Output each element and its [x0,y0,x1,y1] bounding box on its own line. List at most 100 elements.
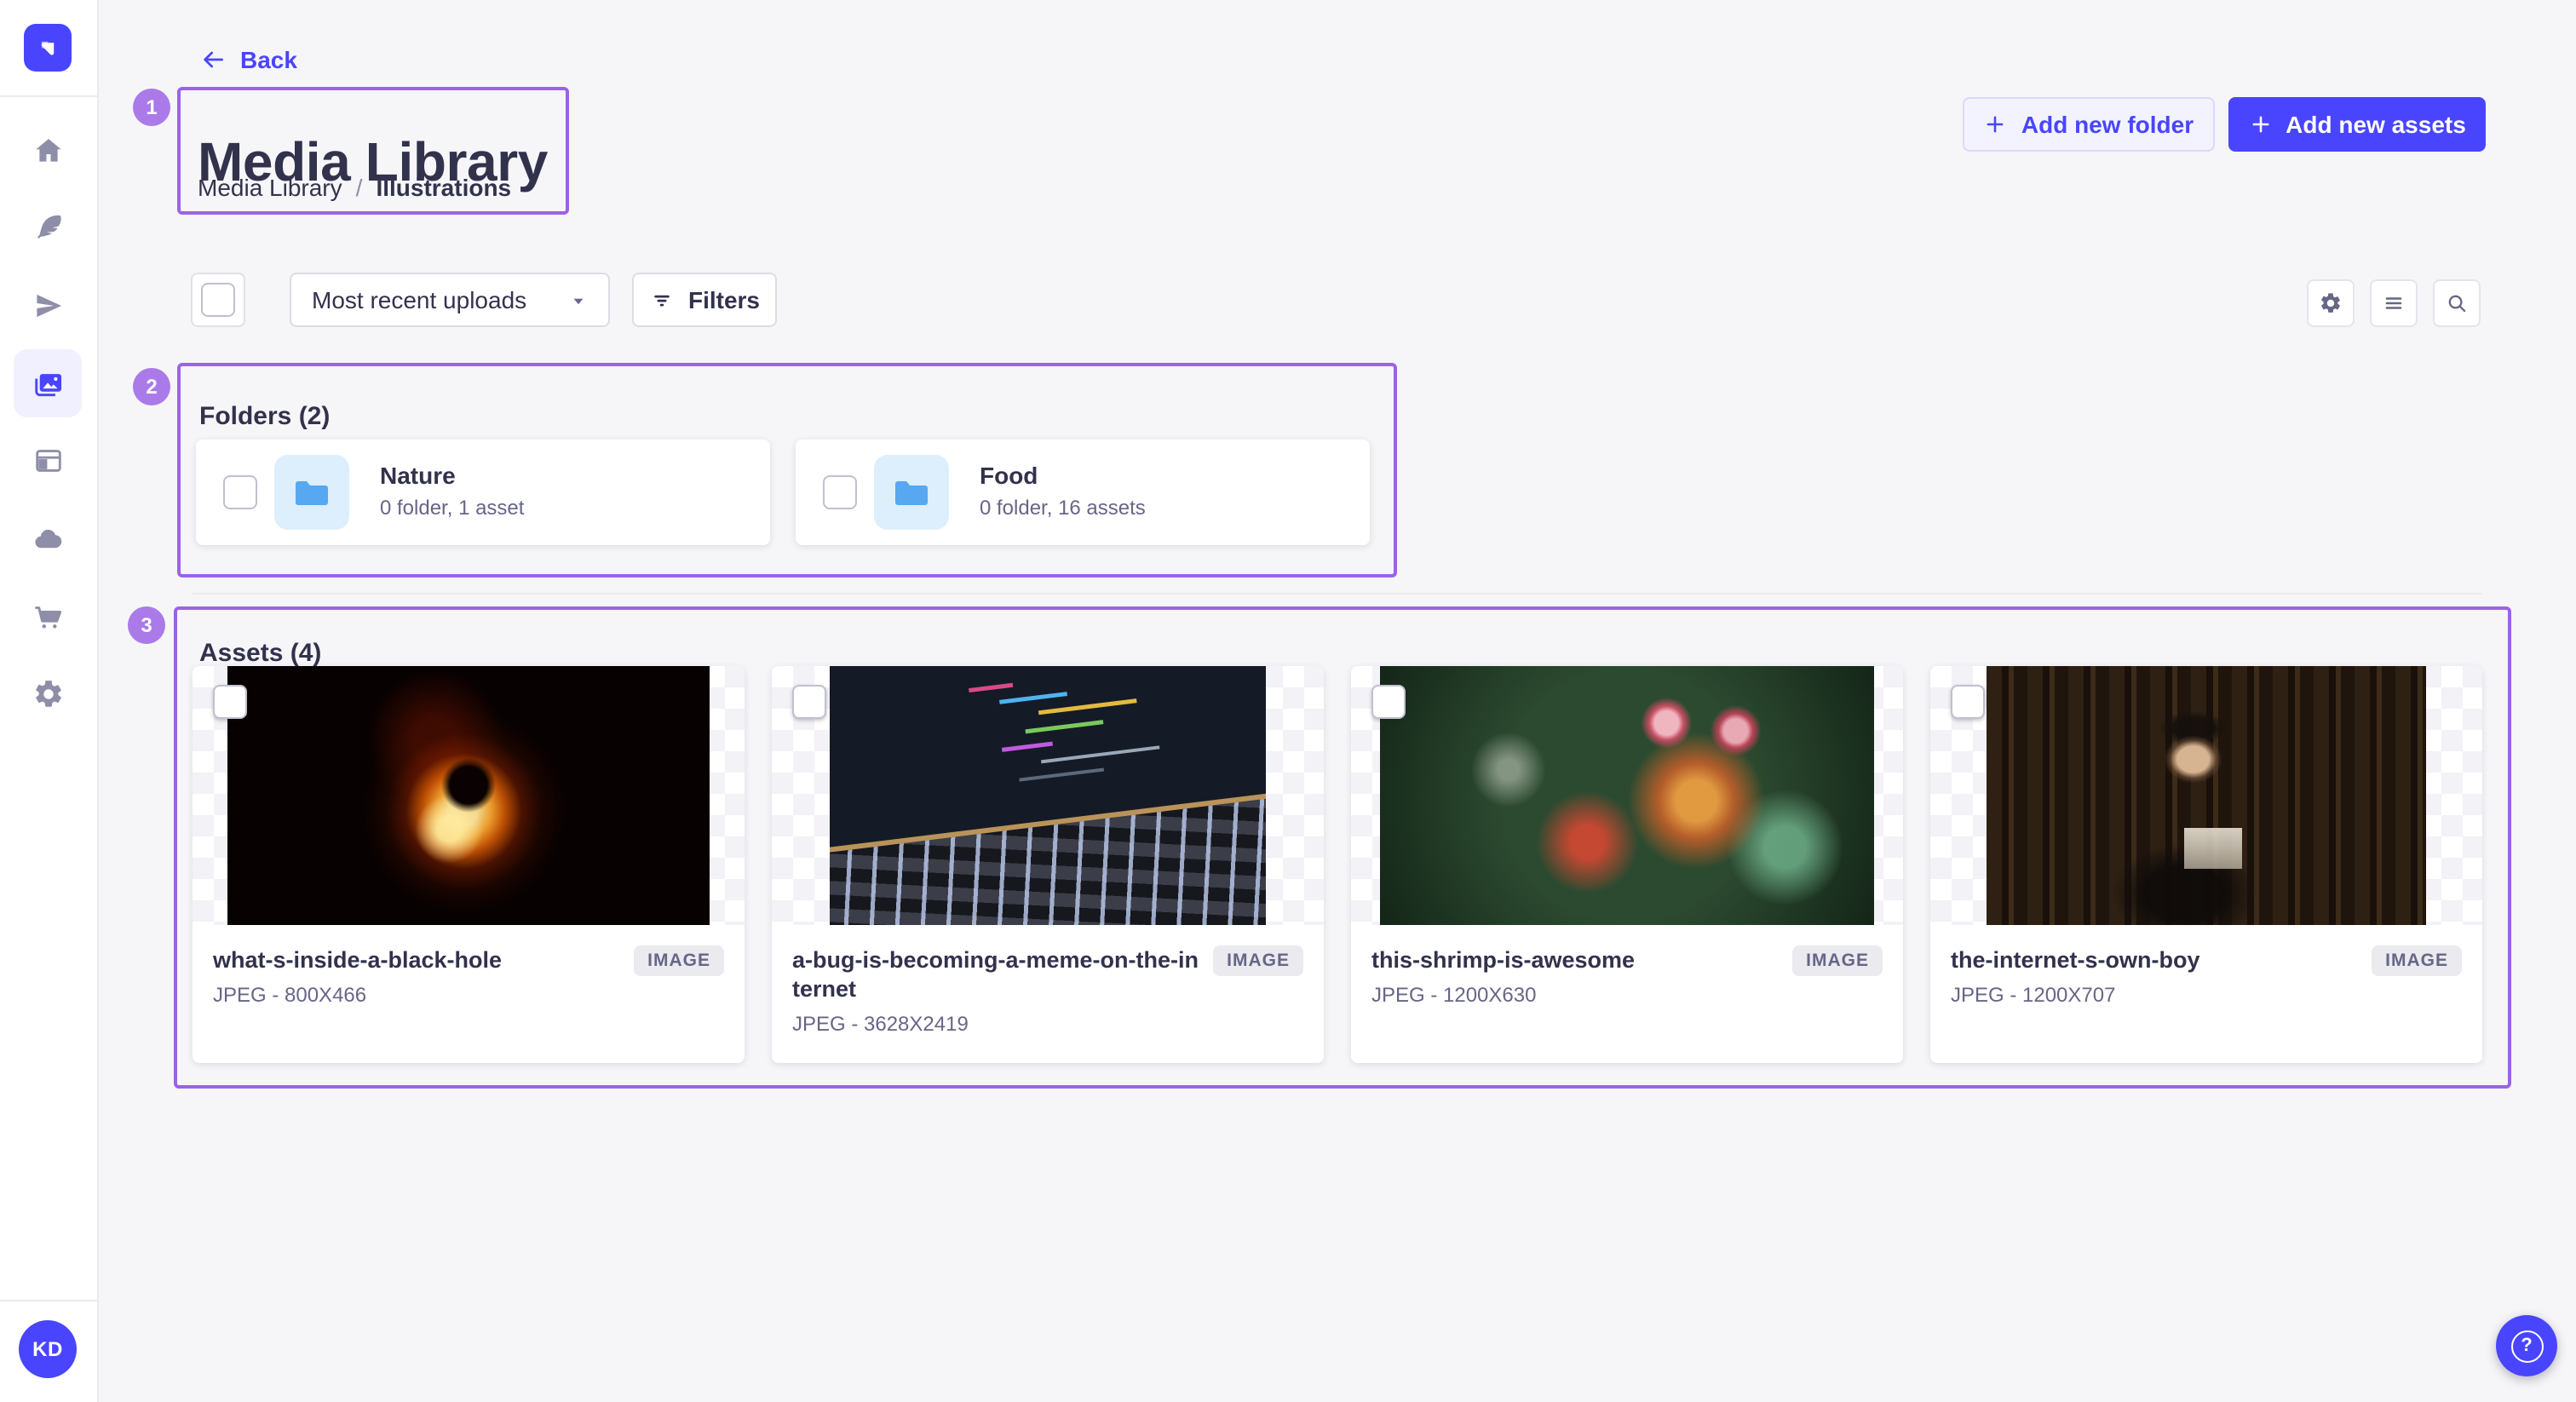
asset-thumbnail [1351,666,1903,925]
search-icon [2445,290,2469,317]
assets-heading: Assets (4) [199,640,321,669]
list-view-icon [2382,290,2406,317]
asset-info: this-shrimp-is-awesome JPEG - 1200X630 I… [1351,925,1903,1063]
breadcrumb-parent[interactable]: Media Library [198,174,342,201]
sidebar-item-settings[interactable] [14,659,82,727]
mantis-shrimp-photo [1380,666,1874,925]
back-label: Back [240,46,297,73]
cloud-icon [32,522,64,554]
add-new-folder-button[interactable]: Add new folder [1963,97,2215,152]
sidebar-item-content-manager[interactable] [14,192,82,261]
breadcrumb-current: Illustrations [376,174,511,201]
paper-plane-icon [32,289,64,321]
sort-dropdown-value: Most recent uploads [312,286,526,313]
asset-checkbox[interactable] [1951,685,1985,719]
folder-icon [291,472,332,513]
black-hole-photo [227,666,710,925]
select-all-button[interactable] [191,273,245,327]
asset-thumbnail [772,666,1324,925]
asset-type-badge: IMAGE [634,945,724,976]
search-button[interactable] [2433,279,2481,327]
breadcrumb: Media Library / Illustrations [198,174,511,201]
laptop-code-photo [830,666,1266,925]
add-new-assets-button[interactable]: Add new assets [2228,97,2486,152]
back-link[interactable]: Back [199,46,297,73]
asset-meta: JPEG - 3628X2419 [792,1012,1199,1036]
folder-card-food[interactable]: Food 0 folder, 16 assets [796,440,1370,545]
asset-type-badge: IMAGE [2372,945,2462,976]
asset-meta: JPEG - 1200X630 [1371,983,1779,1007]
folder-tile [274,455,349,530]
settings-icon [2319,290,2343,317]
feather-icon [32,210,64,243]
asset-type-badge: IMAGE [1213,945,1303,976]
asset-card-bug-meme[interactable]: a-bug-is-becoming-a-meme-on-the-internet… [772,666,1324,1063]
folder-card-nature[interactable]: Nature 0 folder, 1 asset [196,440,770,545]
folder-meta: 0 folder, 1 asset [380,496,524,520]
folder-checkbox[interactable] [223,475,257,509]
asset-title: what-s-inside-a-black-hole [213,945,620,974]
asset-card-black-hole[interactable]: what-s-inside-a-black-hole JPEG - 800X46… [193,666,745,1063]
sidebar-divider [0,95,97,97]
asset-info: a-bug-is-becoming-a-meme-on-the-internet… [772,925,1324,1063]
asset-info: the-internet-s-own-boy JPEG - 1200X707 I… [1930,925,2482,1063]
asset-thumbnail [1930,666,2482,925]
strapi-logo[interactable] [24,24,72,72]
breadcrumb-separator: / [356,174,363,201]
asset-info: what-s-inside-a-black-hole JPEG - 800X46… [193,925,745,1063]
chevron-down-icon [569,290,588,309]
sidebar-item-home[interactable] [14,116,82,184]
asset-card-shrimp[interactable]: this-shrimp-is-awesome JPEG - 1200X630 I… [1351,666,1903,1063]
asset-card-internet-boy[interactable]: the-internet-s-own-boy JPEG - 1200X707 I… [1930,666,2482,1063]
folder-icon [891,472,932,513]
add-new-assets-label: Add new assets [2286,111,2466,138]
filter-icon [649,287,675,313]
gear-icon [32,677,64,710]
main-nav-sidebar: KD [0,0,99,1402]
sidebar-footer: KD [0,1300,97,1402]
annotation-badge-2: 2 [133,368,170,405]
folder-name: Food [980,462,1038,489]
layout-icon [32,444,64,476]
plus-icon [2248,112,2272,136]
folder-name: Nature [380,462,456,489]
asset-checkbox[interactable] [792,685,826,719]
folder-meta: 0 folder, 16 assets [980,496,1146,520]
folder-tile [874,455,949,530]
cart-icon [32,599,64,631]
select-all-checkbox[interactable] [201,283,235,317]
user-avatar[interactable]: KD [19,1320,77,1378]
help-icon: ? [2510,1330,2543,1362]
asset-meta: JPEG - 800X466 [213,983,620,1007]
view-settings-button[interactable] [2307,279,2355,327]
annotation-badge-3: 3 [128,606,165,644]
media-library-icon [32,367,64,399]
sidebar-item-releases[interactable] [14,271,82,339]
sidebar-item-marketplace[interactable] [14,581,82,649]
plus-icon [1984,112,2008,136]
help-fab-button[interactable]: ? [2496,1315,2557,1376]
asset-meta: JPEG - 1200X707 [1951,983,2358,1007]
arrow-left-icon [199,46,227,73]
asset-type-badge: IMAGE [1792,945,1883,976]
section-divider [193,593,2482,595]
filters-button[interactable]: Filters [632,273,777,327]
list-view-button[interactable] [2370,279,2418,327]
asset-checkbox[interactable] [1371,685,1406,719]
asset-checkbox[interactable] [213,685,247,719]
strapi-logo-icon [32,32,63,63]
media-library-page: KD Back Media Library Media Library / Il… [0,0,2576,1402]
add-new-folder-label: Add new folder [2021,111,2194,138]
asset-title: a-bug-is-becoming-a-meme-on-the-internet [792,945,1199,1003]
sidebar-item-content-type-builder[interactable] [14,426,82,494]
folder-checkbox[interactable] [823,475,857,509]
man-in-library-photo [1987,666,2426,925]
sidebar-item-deploy[interactable] [14,504,82,572]
filters-label: Filters [688,286,760,313]
folders-heading: Folders (2) [199,403,330,432]
asset-thumbnail [193,666,745,925]
annotation-badge-1: 1 [133,89,170,126]
sidebar-item-media-library[interactable] [14,349,82,417]
sort-dropdown[interactable]: Most recent uploads [290,273,610,327]
asset-title: the-internet-s-own-boy [1951,945,2358,974]
